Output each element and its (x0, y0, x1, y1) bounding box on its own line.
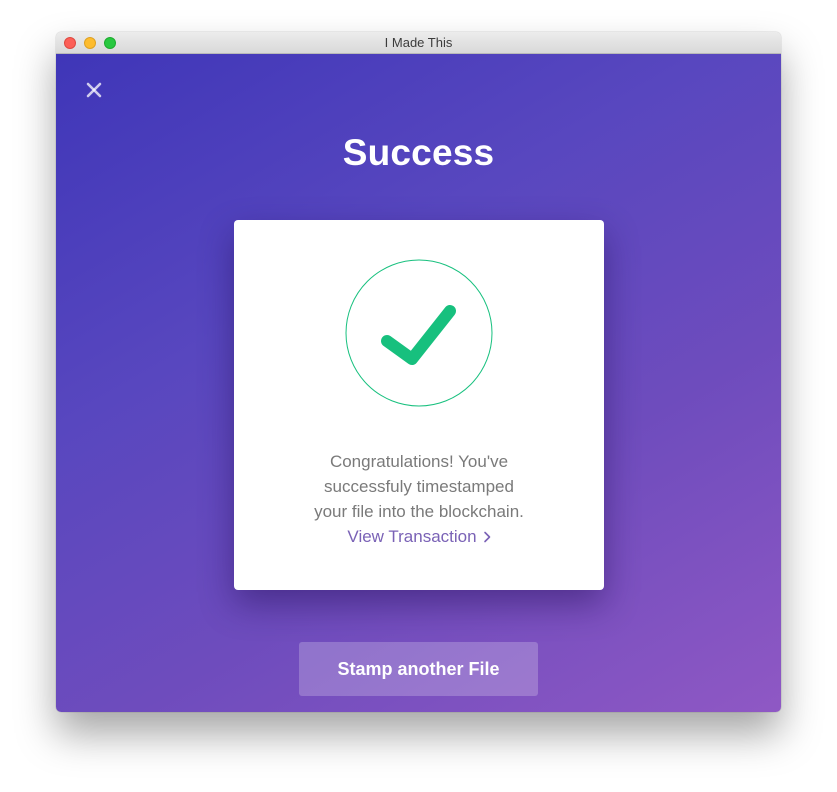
close-icon[interactable] (83, 79, 105, 101)
window-title: I Made This (384, 35, 453, 50)
message-line-1: Congratulations! You've (329, 452, 509, 471)
page-title: Success (342, 132, 495, 173)
view-transaction-label: View Transaction (347, 527, 477, 546)
view-transaction-link[interactable]: View Transaction (234, 525, 604, 550)
app-window: I Made This Success Congratulations! You… (56, 32, 781, 712)
success-message: Congratulations! You've successfuly time… (274, 449, 564, 524)
chevron-right-icon (483, 526, 491, 550)
checkmark-icon (345, 259, 493, 407)
title-bar: I Made This (56, 32, 781, 54)
message-line-3: your file into the blockchain. (314, 502, 524, 521)
message-line-2: successfuly timestamped (324, 477, 514, 496)
success-card: Congratulations! You've successfuly time… (234, 220, 604, 590)
stamp-another-file-button[interactable]: Stamp another File (299, 642, 538, 696)
success-screen: Success Congratulations! You've successf… (56, 54, 781, 712)
